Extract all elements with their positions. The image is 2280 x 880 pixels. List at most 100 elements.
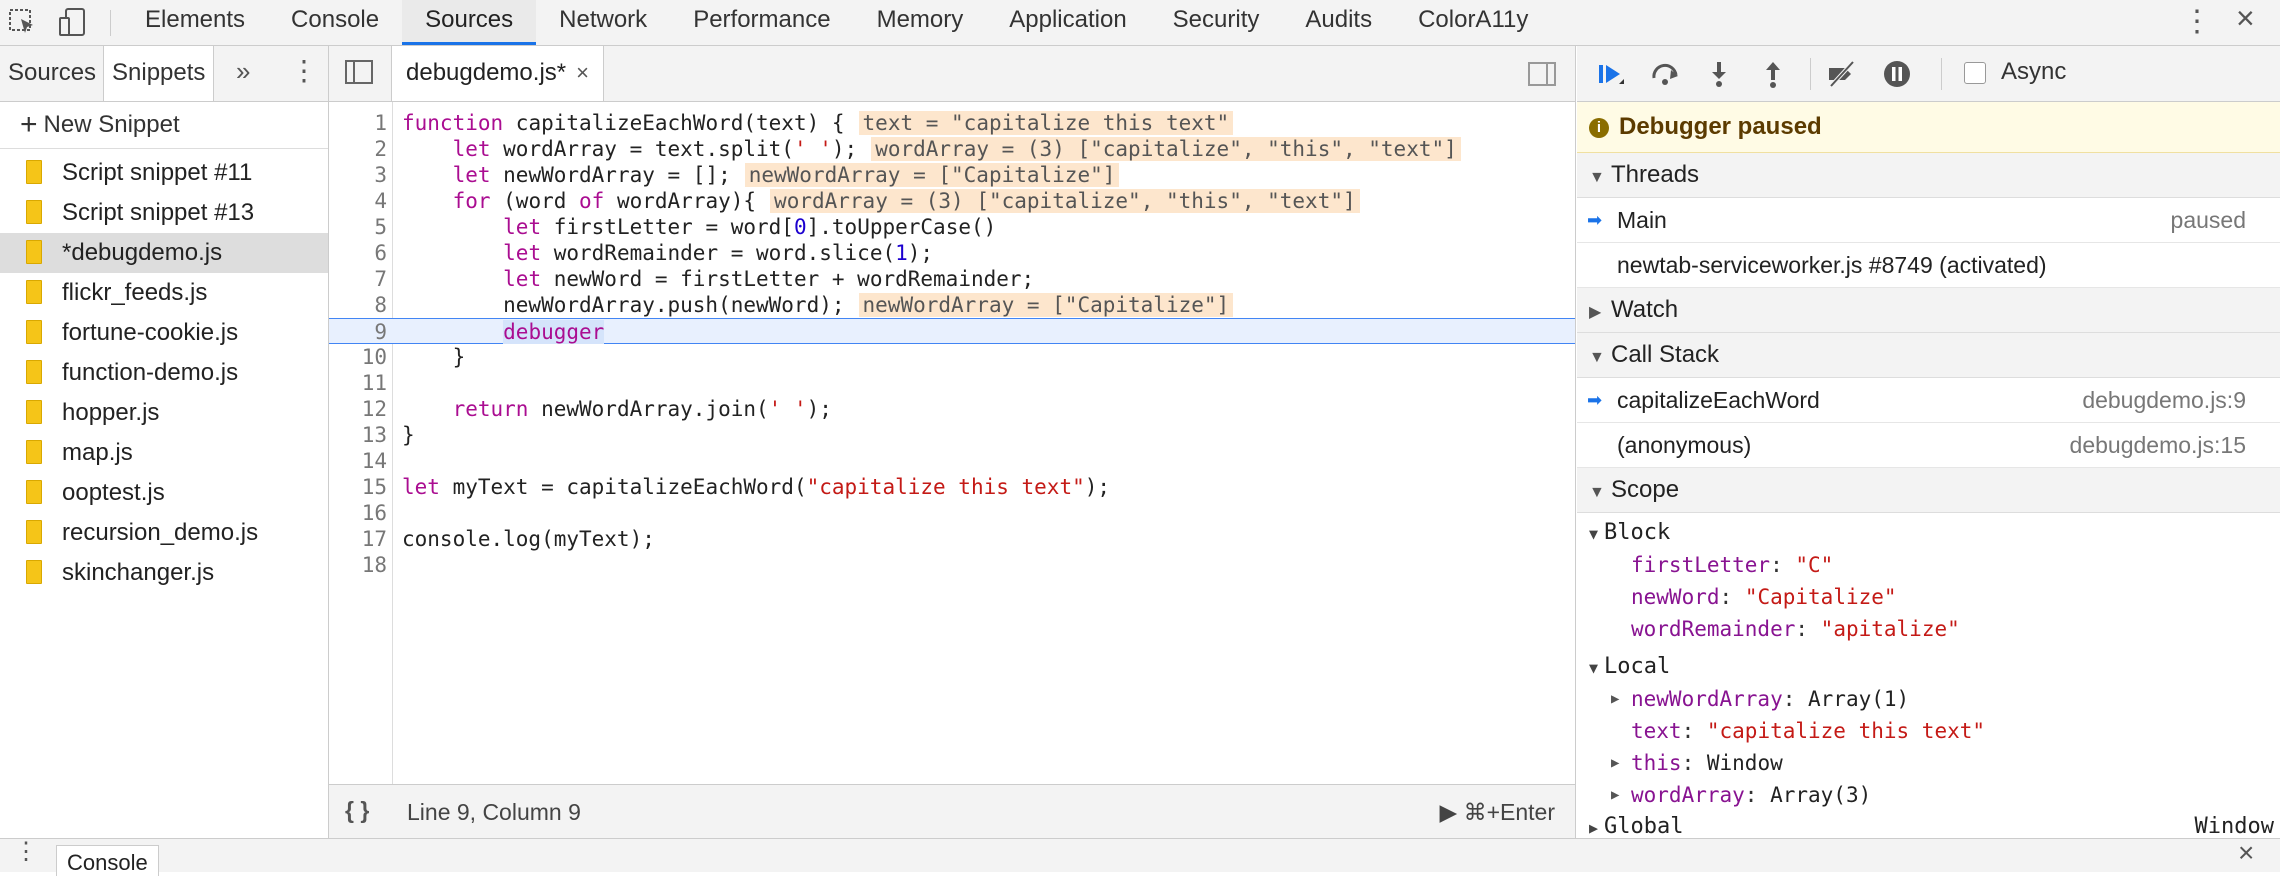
tab-sources[interactable]: Sources [402, 0, 537, 45]
file-name: map.js [62, 439, 133, 466]
list-item[interactable]: hopper.js [0, 393, 328, 433]
scope-property: newWord: "Capitalize" [1631, 585, 1897, 609]
code-line: 16 [329, 500, 1575, 526]
scope-local[interactable]: ▼ Local [1577, 651, 2280, 683]
tab-console[interactable]: Console [268, 0, 402, 45]
line-number[interactable]: 11 [329, 370, 387, 396]
toggle-navigator-icon[interactable] [345, 60, 373, 84]
drawer-tab-console[interactable]: Console [56, 845, 159, 876]
pretty-print-icon[interactable]: { } [345, 797, 369, 824]
toolbar-divider [110, 10, 111, 36]
drawer-menu-icon[interactable]: ⋮ [14, 837, 38, 866]
toggle-debugger-icon[interactable] [1528, 62, 1556, 86]
code-line: 12 return newWordArray.join(' '); [329, 396, 1575, 422]
file-icon [26, 360, 42, 384]
line-number[interactable]: 13 [329, 422, 387, 448]
callstack-section-header[interactable]: ▼ Call Stack [1577, 333, 2280, 378]
list-item[interactable]: function-demo.js [0, 353, 328, 393]
tab-navigator-snippets[interactable]: Snippets [103, 46, 215, 101]
line-number[interactable]: 10 [329, 344, 387, 370]
list-item[interactable]: Script snippet #11 [0, 153, 328, 193]
tab-navigator-sources[interactable]: Sources [0, 46, 104, 101]
thread-row[interactable]: ➡ Main paused [1577, 198, 2280, 243]
sources-navigator: Sources Snippets » ⋮ + New Snippet Script… [0, 46, 329, 838]
step-out-icon[interactable] [1757, 58, 1789, 90]
list-item[interactable]: flickr_feeds.js [0, 273, 328, 313]
list-item[interactable]: fortune-cookie.js [0, 313, 328, 353]
tab-performance[interactable]: Performance [670, 0, 853, 45]
line-number[interactable]: 16 [329, 500, 387, 526]
device-toolbar-icon[interactable] [56, 6, 90, 40]
thread-row[interactable]: newtab-serviceworker.js #8749 (activated… [1577, 243, 2280, 288]
scope-block[interactable]: ▼ Block [1577, 517, 2280, 549]
frame-location[interactable]: debugdemo.js:15 [2070, 423, 2246, 467]
pause-on-exceptions-icon[interactable] [1881, 58, 1913, 90]
tab-application[interactable]: Application [986, 0, 1149, 45]
line-number[interactable]: 4 [329, 188, 387, 214]
run-snippet-button[interactable]: ▶ ⌘+Enter [1440, 799, 1555, 826]
new-snippet-button[interactable]: + New Snippet [0, 102, 328, 149]
expand-arrow-icon[interactable]: ▶ [1611, 683, 1619, 715]
expand-arrow-icon[interactable]: ▶ [1611, 747, 1619, 779]
line-number[interactable]: 18 [329, 552, 387, 578]
resume-icon[interactable] [1595, 58, 1627, 90]
line-number[interactable]: 3 [329, 162, 387, 188]
tab-security[interactable]: Security [1150, 0, 1283, 45]
inline-value: newWordArray = ["Capitalize"] [744, 163, 1120, 187]
line-number[interactable]: 9 [329, 319, 387, 345]
file-icon [26, 520, 42, 544]
scope-property[interactable]: ▶ wordArray: Array(3) [1577, 779, 2280, 811]
line-number[interactable]: 5 [329, 214, 387, 240]
scope-global[interactable]: ▶ Global Window [1577, 811, 2280, 838]
tab-memory[interactable]: Memory [854, 0, 987, 45]
list-item[interactable]: *debugdemo.js [0, 233, 328, 273]
scope-property[interactable]: ▶ newWordArray: Array(1) [1577, 683, 2280, 715]
collapse-triangle-icon: ▶ [1589, 304, 1602, 321]
current-execution-line: 9 debugger [329, 318, 1575, 344]
tab-debugdemo[interactable]: debugdemo.js* × [391, 46, 604, 101]
file-icon [26, 320, 42, 344]
code-area[interactable]: 1 function capitalizeEachWord(text) {text… [329, 102, 1575, 784]
tab-audits[interactable]: Audits [1282, 0, 1395, 45]
code-editor-pane: debugdemo.js* × 1 function capitalizeEachW… [329, 46, 1576, 838]
line-number[interactable]: 12 [329, 396, 387, 422]
line-number[interactable]: 15 [329, 474, 387, 500]
line-number[interactable]: 2 [329, 136, 387, 162]
more-tabs-icon[interactable]: » [236, 56, 250, 87]
close-tab-icon[interactable]: × [576, 60, 589, 85]
line-number[interactable]: 6 [329, 240, 387, 266]
async-checkbox[interactable] [1964, 62, 1986, 84]
list-item[interactable]: map.js [0, 433, 328, 473]
list-item[interactable]: ooptest.js [0, 473, 328, 513]
file-icon [26, 200, 42, 224]
frame-location[interactable]: debugdemo.js:9 [2082, 378, 2246, 422]
step-over-icon[interactable] [1649, 58, 1681, 90]
deactivate-breakpoints-icon[interactable] [1825, 58, 1857, 90]
tab-colora11y[interactable]: ColorA11y [1395, 0, 1551, 45]
line-number[interactable]: 8 [329, 292, 387, 318]
line-number[interactable]: 1 [329, 110, 387, 136]
call-frame-row[interactable]: (anonymous) debugdemo.js:15 [1577, 423, 2280, 468]
navigator-menu-icon[interactable]: ⋮ [290, 54, 318, 87]
close-devtools-icon[interactable]: × [2236, 0, 2255, 37]
list-item[interactable]: skinchanger.js [0, 553, 328, 593]
inspect-element-icon[interactable] [6, 6, 40, 40]
customize-menu-icon[interactable]: ⋮ [2182, 4, 2212, 39]
scope-section-header[interactable]: ▼ Scope [1577, 468, 2280, 513]
list-item[interactable]: Script snippet #13 [0, 193, 328, 233]
tab-network[interactable]: Network [536, 0, 670, 45]
list-item[interactable]: recursion_demo.js [0, 513, 328, 553]
line-number[interactable]: 7 [329, 266, 387, 292]
threads-section-header[interactable]: ▼ Threads [1577, 153, 2280, 198]
file-name: flickr_feeds.js [62, 279, 208, 306]
watch-section-header[interactable]: ▶ Watch [1577, 288, 2280, 333]
line-number[interactable]: 14 [329, 448, 387, 474]
scope-property[interactable]: ▶ this: Window [1577, 747, 2280, 779]
close-drawer-icon[interactable]: × [2238, 837, 2254, 869]
call-frame-row[interactable]: ➡ capitalizeEachWord debugdemo.js:9 [1577, 378, 2280, 423]
expand-arrow-icon[interactable]: ▶ [1611, 779, 1619, 811]
step-into-icon[interactable] [1703, 58, 1735, 90]
tab-elements[interactable]: Elements [122, 0, 268, 45]
line-number[interactable]: 17 [329, 526, 387, 552]
scope-title: Global [1604, 814, 1684, 838]
